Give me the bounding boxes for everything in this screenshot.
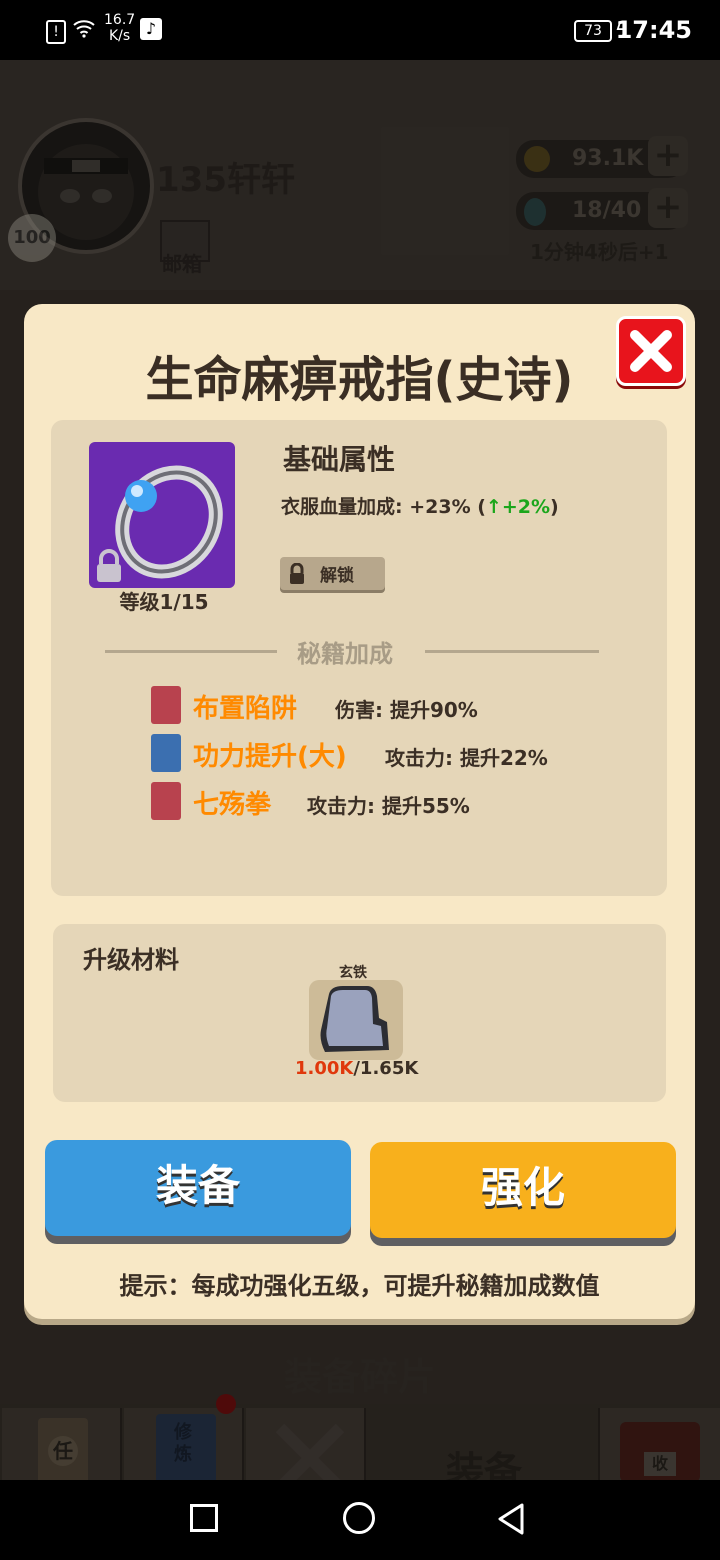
materials-title: 升级材料 <box>83 946 179 974</box>
android-nav-bar <box>0 1480 720 1560</box>
skill-desc: 攻击力: 提升22% <box>385 746 548 770</box>
upgrade-materials-panel: 升级材料 玄铁 1.00K/1.65K <box>53 924 666 1102</box>
iron-ore-icon <box>320 986 389 1052</box>
skill-name: 功力提升(大) <box>193 742 347 772</box>
back-button[interactable] <box>496 1502 528 1536</box>
upgrade-button[interactable]: 强化 <box>370 1142 676 1238</box>
attribute-label: 衣服血量加成: +23% ( <box>281 496 486 518</box>
base-attributes-title: 基础属性 <box>283 443 396 476</box>
attribute-line: 衣服血量加成: +23% (↑+2%) <box>281 492 559 519</box>
unlock-label: 解锁 <box>320 566 354 586</box>
secret-book-icon <box>151 686 181 724</box>
tip-text: 提示：每成功强化五级，可提升秘籍加成数值 <box>119 1272 600 1300</box>
material-slot[interactable] <box>309 980 403 1060</box>
padlock-icon <box>290 563 304 584</box>
net-speed-unit: K/s <box>108 28 131 44</box>
lock-icon <box>91 548 127 584</box>
clock: 17:45 <box>615 16 692 44</box>
battery-indicator: 73 <box>574 20 612 42</box>
recent-apps-button[interactable] <box>190 1504 218 1532</box>
net-speed-value: 16.7 <box>104 12 136 28</box>
status-bar: ! 16.7 K/s ♪ 73 ϟ 17:45 <box>0 0 720 60</box>
item-level: 等级1/15 <box>119 590 209 614</box>
wifi-icon <box>72 16 96 40</box>
sim-alert-icon: ! <box>46 20 66 44</box>
material-count: 1.00K/1.65K <box>295 1058 418 1079</box>
skill-name: 七殇拳 <box>193 790 272 820</box>
item-icon-frame <box>89 442 235 588</box>
secret-book-icon <box>151 734 181 772</box>
up-arrow-icon: ↑ <box>485 496 502 518</box>
divider-right <box>425 650 599 653</box>
item-detail-modal: 生命麻痹戒指(史诗) 等级1/15 基础属性 衣服血量加成: +23% (↑+2… <box>24 304 695 1319</box>
material-need: /1.65K <box>353 1058 419 1079</box>
divider-left <box>105 650 277 653</box>
item-title: 生命麻痹戒指(史诗) <box>145 352 574 408</box>
close-icon <box>630 330 672 372</box>
material-have: 1.00K <box>295 1058 354 1079</box>
attribute-close-paren: ) <box>550 496 559 518</box>
skill-name: 布置陷阱 <box>193 694 298 724</box>
close-button[interactable] <box>616 316 686 386</box>
secret-book-icon <box>151 782 181 820</box>
tiktok-icon: ♪ <box>140 18 162 40</box>
skill-desc: 攻击力: 提升55% <box>307 794 470 818</box>
equip-button[interactable]: 装备 <box>45 1140 351 1236</box>
attribute-bonus: +2% <box>501 496 551 518</box>
unlock-button[interactable]: 解锁 <box>280 557 385 590</box>
back-triangle-icon <box>498 1503 524 1535</box>
item-info-panel: 等级1/15 基础属性 衣服血量加成: +23% (↑+2%) 解锁 秘籍加成 … <box>51 420 667 896</box>
home-button[interactable] <box>343 1502 375 1534</box>
secret-bonus-title: 秘籍加成 <box>297 640 393 668</box>
material-name: 玄铁 <box>339 965 367 981</box>
network-speed: 16.7 K/s <box>104 12 135 44</box>
skill-desc: 伤害: 提升90% <box>335 698 478 722</box>
